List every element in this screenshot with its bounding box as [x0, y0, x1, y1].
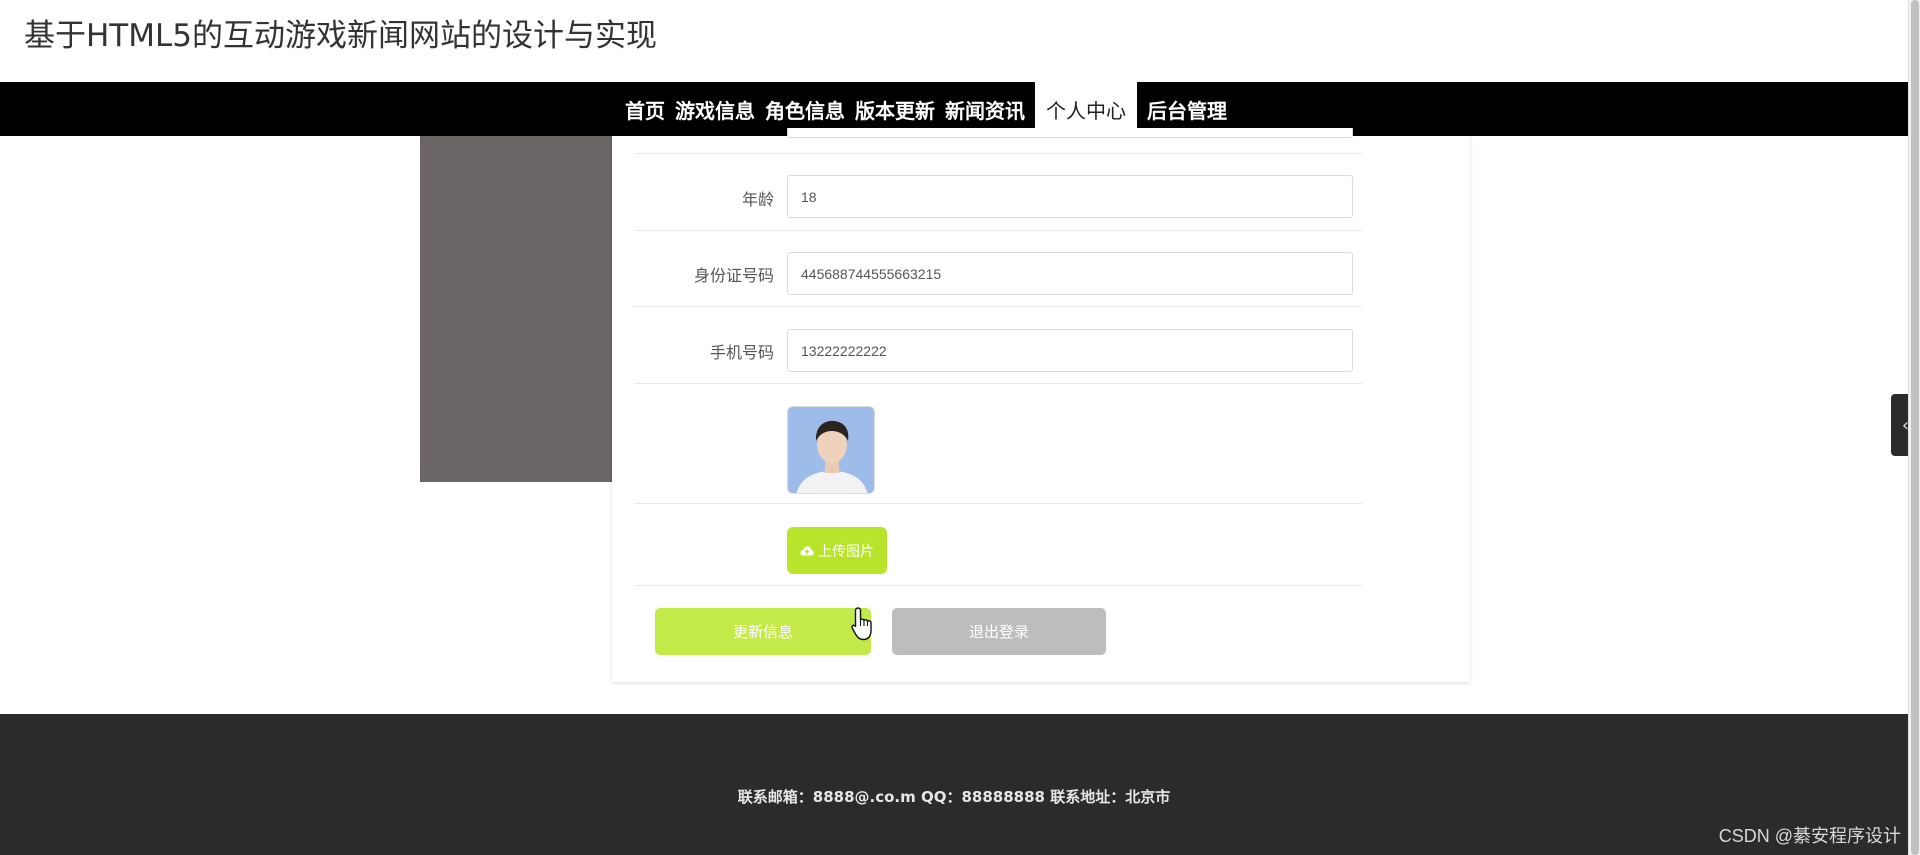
id-number-input[interactable] — [787, 252, 1353, 295]
nav-item-home[interactable]: 首页 — [620, 82, 670, 136]
id-number-label: 身份证号码 — [693, 266, 774, 285]
row-divider — [634, 153, 1362, 154]
scrollbar[interactable] — [1908, 0, 1920, 855]
watermark: CSDN @綦安程序设计 — [1718, 826, 1901, 846]
site-title: 基于HTML5的互动游戏新闻网站的设计与实现 — [24, 18, 657, 54]
phone-label: 手机号码 — [709, 343, 774, 362]
phone-input[interactable] — [787, 329, 1353, 372]
row-divider — [634, 585, 1362, 586]
age-input[interactable] — [787, 175, 1353, 218]
logout-button[interactable]: 退出登录 — [892, 608, 1106, 655]
age-label: 年龄 — [741, 190, 774, 209]
upload-button-label: 上传图片 — [818, 542, 874, 559]
footer-contact: 联系邮箱：8888@.co.m QQ：88888888 联系地址：北京市 — [737, 788, 1171, 806]
side-panel — [420, 136, 612, 482]
row-divider — [634, 230, 1362, 231]
profile-form-card: 年龄 身份证号码 手机号码 上传图片 更新信息 退出登录 — [612, 128, 1470, 682]
footer: 联系邮箱：8888@.co.m QQ：88888888 联系地址：北京市 — [0, 714, 1908, 855]
scrollbar-thumb[interactable] — [1911, 0, 1919, 855]
cloud-upload-icon — [800, 545, 814, 555]
update-info-button[interactable]: 更新信息 — [655, 608, 871, 655]
nav-item-game-info[interactable]: 游戏信息 — [670, 82, 760, 136]
avatar-photo — [787, 406, 875, 494]
row-divider — [634, 383, 1362, 384]
header: 基于HTML5的互动游戏新闻网站的设计与实现 — [0, 0, 1908, 82]
row-divider — [634, 306, 1362, 307]
row-divider — [634, 503, 1362, 504]
upload-image-button[interactable]: 上传图片 — [787, 527, 887, 574]
previous-field-input[interactable] — [787, 128, 1353, 138]
hand-pointer-icon — [851, 607, 872, 641]
